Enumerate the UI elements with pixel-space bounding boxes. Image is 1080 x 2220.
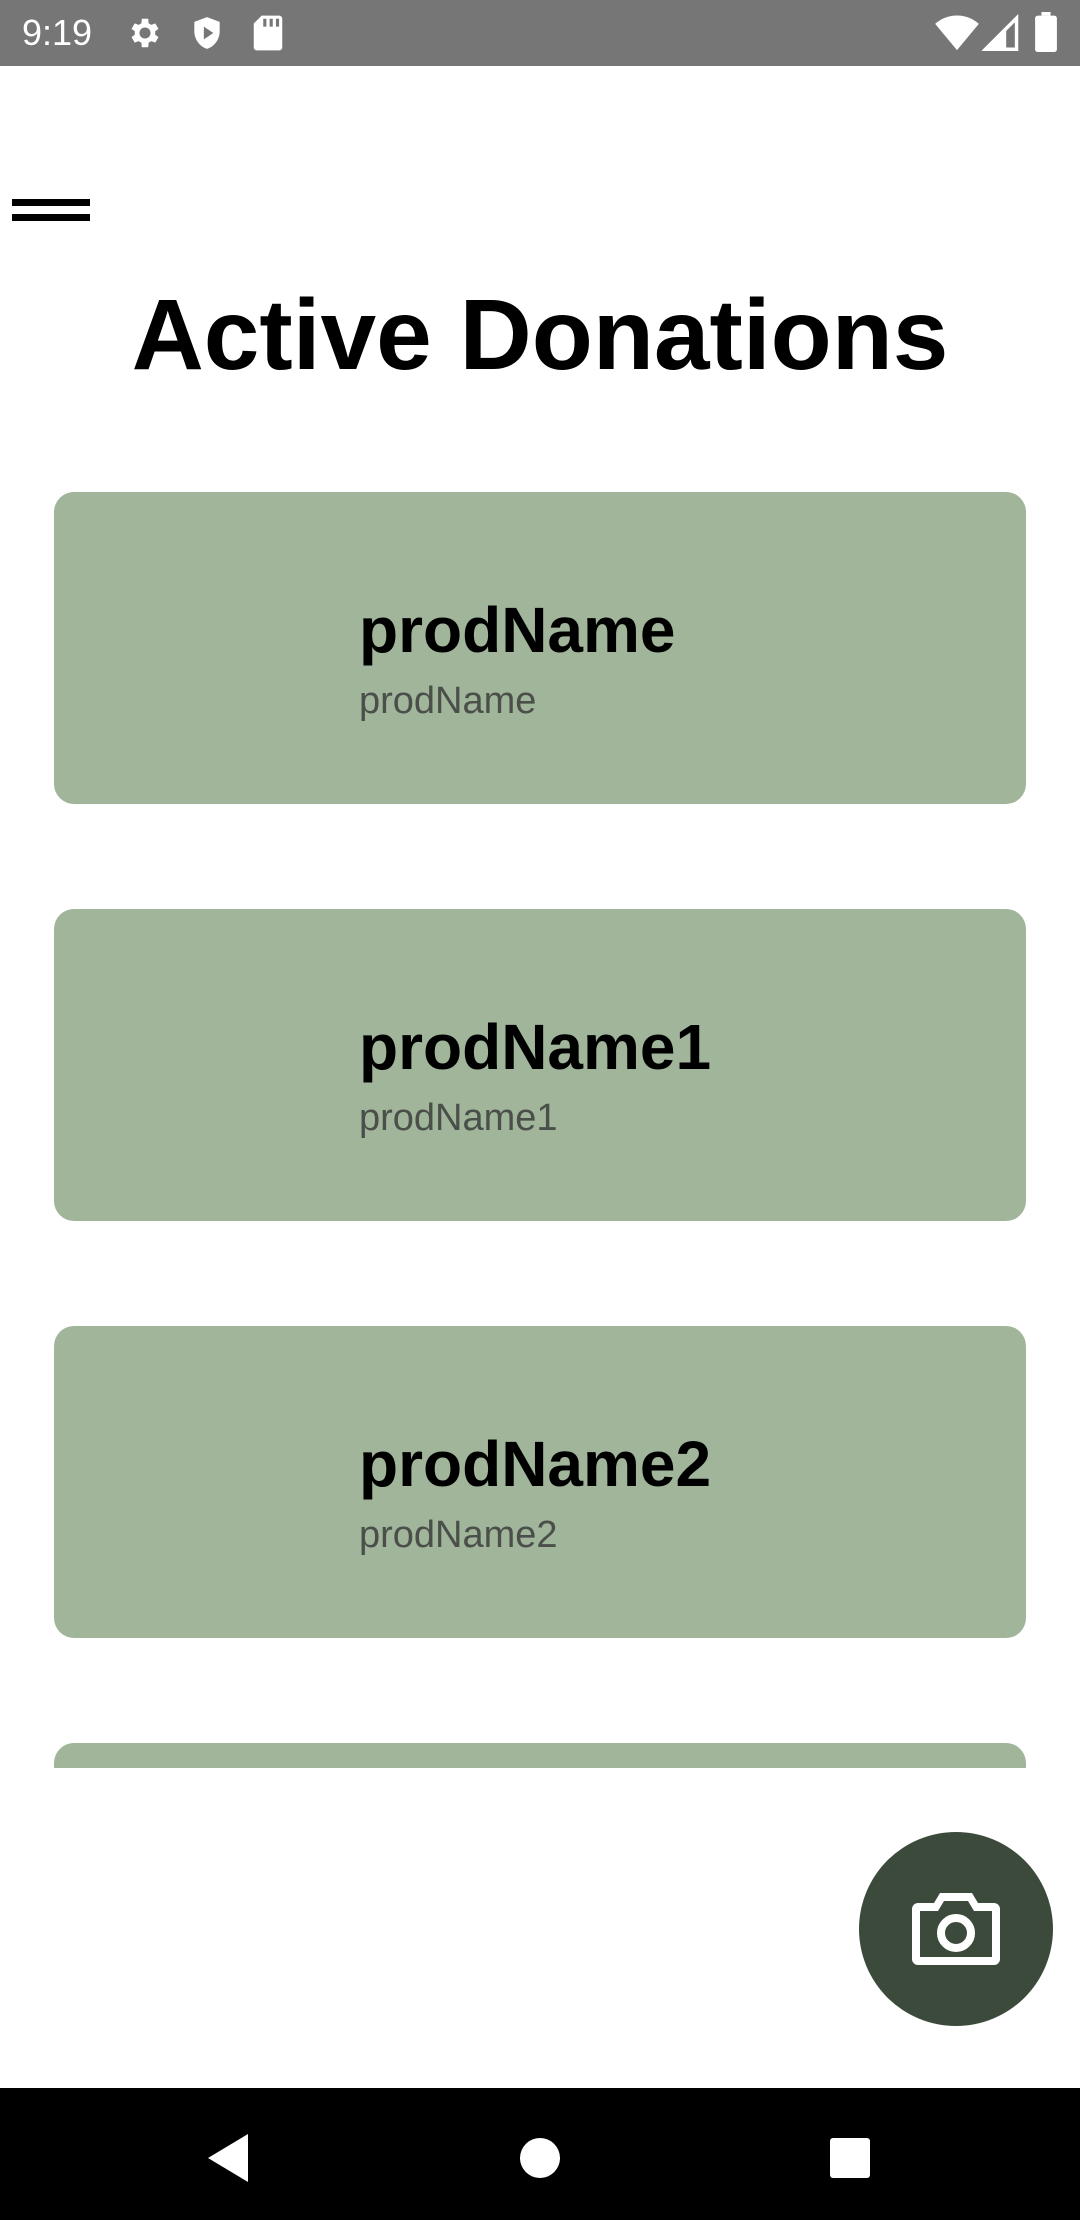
menu-icon-bar-top xyxy=(12,199,90,206)
cellular-signal-icon xyxy=(982,12,1020,52)
status-bar: 9:19 xyxy=(0,0,1080,66)
camera-icon xyxy=(912,1889,1000,1970)
menu-button[interactable] xyxy=(10,190,94,230)
home-icon xyxy=(510,2138,570,2192)
shield-play-icon xyxy=(188,14,226,52)
battery-icon xyxy=(1034,12,1058,52)
wifi-icon xyxy=(935,12,979,52)
donation-card[interactable]: prodName1 prodName1 xyxy=(54,909,1026,1221)
donation-subtitle: prodName xyxy=(359,680,537,722)
donation-title: prodName2 xyxy=(359,1428,712,1500)
status-time: 9:19 xyxy=(22,12,93,53)
navigation-bar xyxy=(0,2088,1080,2220)
donation-subtitle: prodName1 xyxy=(359,1097,558,1139)
donation-title: prodName xyxy=(359,594,676,666)
donation-title: prodName1 xyxy=(359,1011,712,1083)
back-button[interactable] xyxy=(200,2128,260,2188)
donation-card[interactable] xyxy=(54,1743,1026,1768)
donation-list[interactable]: prodName prodName prodName1 prodName1 pr… xyxy=(0,480,1080,1768)
gear-icon xyxy=(126,14,164,52)
back-icon xyxy=(200,2134,260,2192)
page-title: Active Donations xyxy=(131,279,949,391)
home-button[interactable] xyxy=(510,2128,570,2188)
sd-card-icon xyxy=(250,14,286,52)
menu-icon-bar-bottom xyxy=(12,214,90,221)
donation-card[interactable]: prodName2 prodName2 xyxy=(54,1326,1026,1638)
camera-button[interactable] xyxy=(859,1832,1053,2026)
recents-button[interactable] xyxy=(820,2128,880,2188)
donation-subtitle: prodName2 xyxy=(359,1514,558,1556)
donation-card[interactable]: prodName prodName xyxy=(54,492,1026,804)
recents-icon xyxy=(820,2138,880,2192)
